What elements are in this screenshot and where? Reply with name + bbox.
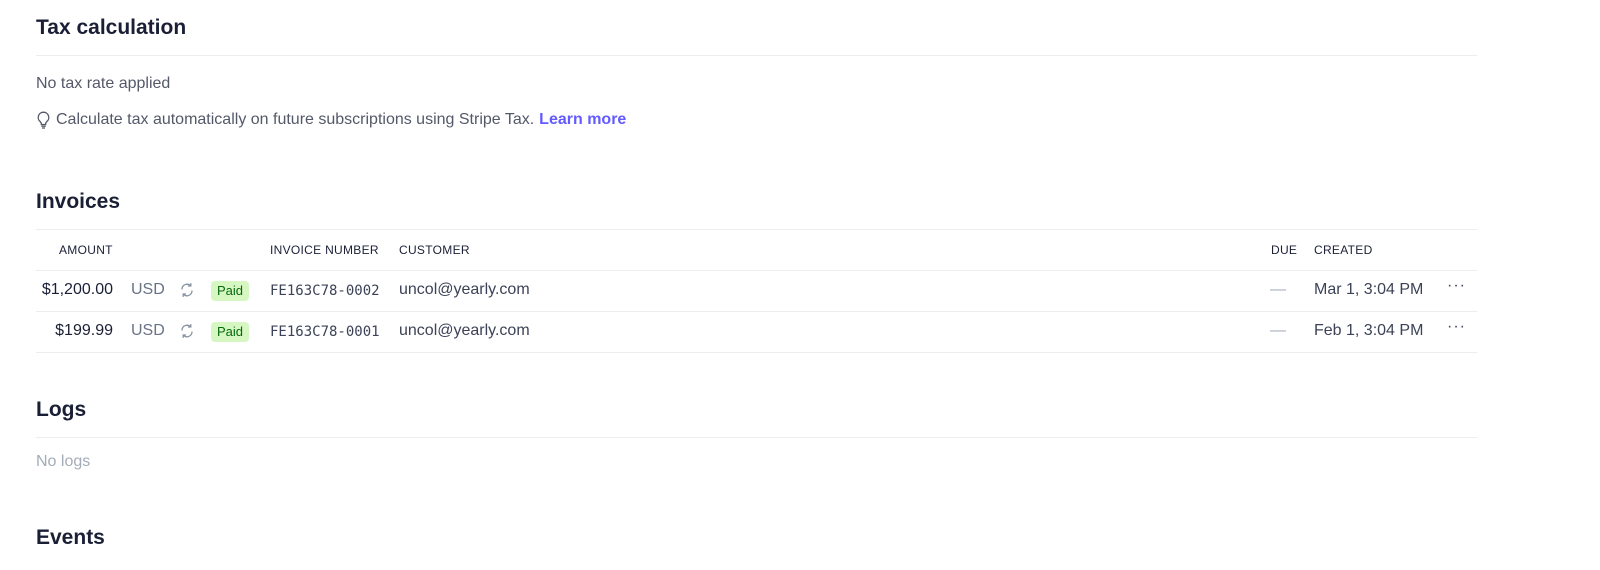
invoice-amount: $1,200.00 [41, 281, 113, 298]
invoices-table: AMOUNT INVOICE NUMBER CUSTOMER DUE CREAT… [36, 230, 1477, 353]
status-badge: Paid [211, 322, 250, 342]
divider [36, 55, 1477, 56]
learn-more-link[interactable]: Learn more [539, 111, 626, 129]
invoice-customer: uncol@yearly.com [399, 322, 530, 339]
logs-empty-state: No logs [36, 453, 91, 470]
invoice-created: Feb 1, 3:04 PM [1314, 322, 1424, 339]
column-header-customer[interactable]: CUSTOMER [399, 243, 470, 257]
invoice-amount: $199.99 [55, 322, 113, 339]
invoice-number: FE163C78-0001 [270, 324, 380, 340]
table-header: AMOUNT INVOICE NUMBER CUSTOMER DUE CREAT… [36, 230, 1477, 270]
column-header-invoice-number[interactable]: INVOICE NUMBER [270, 243, 379, 257]
logs-section-title: Logs [36, 398, 87, 421]
invoice-due: — [1270, 281, 1286, 298]
invoice-number: FE163C78-0002 [270, 283, 380, 299]
page: Tax calculation No tax rate applied Calc… [0, 0, 1600, 570]
lightbulb-icon [36, 111, 51, 129]
status-badge: Paid [211, 281, 250, 301]
table-row[interactable]: $1,200.00 USD Paid FE163C78-0002 uncol@y… [36, 270, 1477, 311]
column-header-due[interactable]: DUE [1271, 243, 1297, 257]
more-icon[interactable]: ··· [1447, 318, 1466, 336]
invoice-created: Mar 1, 3:04 PM [1314, 281, 1424, 298]
tax-tip-text: Calculate tax automatically on future su… [56, 111, 535, 128]
invoice-due: — [1270, 322, 1286, 339]
column-header-created[interactable]: CREATED [1314, 243, 1373, 257]
invoice-currency: USD [131, 281, 165, 298]
invoice-currency: USD [131, 322, 165, 339]
column-header-amount[interactable]: AMOUNT [59, 243, 113, 257]
refresh-icon [179, 323, 195, 339]
tax-section-title: Tax calculation [36, 16, 187, 39]
tax-status: No tax rate applied [36, 75, 171, 92]
invoices-section-title: Invoices [36, 190, 121, 213]
invoice-customer: uncol@yearly.com [399, 281, 530, 298]
refresh-icon [179, 282, 195, 298]
tax-tip: Calculate tax automatically on future su… [36, 111, 626, 129]
table-row[interactable]: $199.99 USD Paid FE163C78-0001 uncol@yea… [36, 311, 1477, 353]
divider [36, 437, 1477, 438]
more-icon[interactable]: ··· [1447, 277, 1466, 295]
events-section-title: Events [36, 526, 105, 549]
